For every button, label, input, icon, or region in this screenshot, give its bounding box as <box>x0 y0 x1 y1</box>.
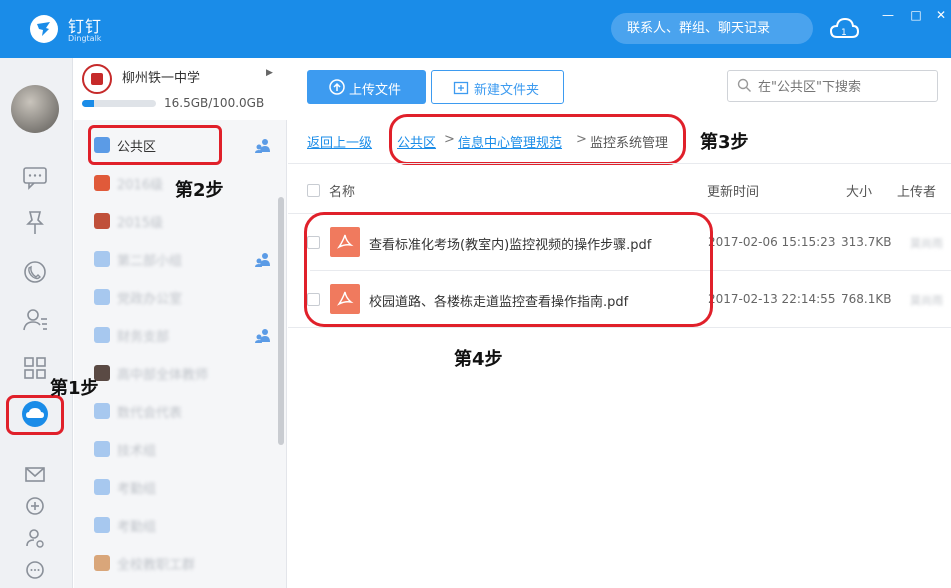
folder-icon <box>94 327 110 343</box>
svg-text:1: 1 <box>841 28 847 38</box>
file-uploader: 莫尚雨 <box>910 294 943 307</box>
folder-highlight <box>88 125 222 165</box>
folder-item[interactable]: 数代会代表 <box>74 392 274 430</box>
folder-icon <box>94 555 110 571</box>
more-icon[interactable] <box>21 556 49 584</box>
minimize-button[interactable]: — <box>881 8 895 22</box>
folder-item[interactable]: 考勤组 <box>74 468 274 506</box>
select-all-checkbox[interactable] <box>307 184 320 197</box>
close-button[interactable]: ✕ <box>934 8 948 22</box>
column-name[interactable]: 名称 <box>329 181 355 200</box>
folder-label: 数代会代表 <box>117 406 183 421</box>
quota-text: 16.5GB/100.0GB <box>164 96 265 110</box>
shared-users-icon <box>255 139 270 153</box>
new-folder-button[interactable]: 新建文件夹 <box>431 70 564 104</box>
folder-icon <box>94 403 110 419</box>
global-search-input[interactable]: 联系人、群组、聊天记录 <box>611 13 813 44</box>
chevron-right-icon[interactable]: ▶ <box>266 68 273 78</box>
folder-item[interactable]: 第二部小组 <box>74 240 274 278</box>
folder-label: 2016级 <box>117 178 164 193</box>
folder-item[interactable]: 考勤组 <box>74 506 274 544</box>
shared-users-icon <box>255 329 270 343</box>
pin-icon[interactable] <box>21 208 49 236</box>
avatar[interactable] <box>11 85 59 133</box>
folder-item[interactable]: 技术组 <box>74 430 274 468</box>
message-icon[interactable] <box>21 163 49 191</box>
folder-item[interactable]: 财务支部 <box>74 316 274 354</box>
folder-label: 党政办公室 <box>117 292 183 307</box>
title-bar: 钉钉 Dingtalk 联系人、群组、聊天记录 1 — □ ✕ <box>0 0 951 58</box>
folder-label: 考勤组 <box>117 482 157 497</box>
org-name: 柳州铁一中学 <box>122 71 201 86</box>
files-highlight <box>304 212 713 327</box>
folder-item[interactable]: 党政办公室 <box>74 278 274 316</box>
folder-icon <box>94 441 110 457</box>
folder-icon <box>94 251 110 267</box>
step4-label: 第4步 <box>454 349 503 370</box>
nav-rail <box>0 58 73 588</box>
divider <box>288 327 951 328</box>
contacts-icon[interactable] <box>21 305 49 333</box>
folder-icon <box>94 213 110 229</box>
folder-search-input[interactable] <box>758 77 928 97</box>
folder-scrollbar[interactable] <box>278 197 284 445</box>
quota-bar <box>82 100 156 107</box>
user-settings-icon[interactable] <box>21 524 49 552</box>
quota-fill <box>82 100 95 107</box>
school-logo-icon <box>82 64 112 94</box>
upload-file-button[interactable]: 上传文件 <box>307 70 426 104</box>
folder-item[interactable]: 高中部全体教师 <box>74 354 274 392</box>
cloud-sync-icon[interactable]: 1 <box>829 15 860 43</box>
folder-item[interactable]: 全校教职工群 <box>74 544 274 582</box>
cloud-drive-icon[interactable] <box>22 401 48 427</box>
divider <box>288 163 951 164</box>
dingtalk-logo-icon <box>30 15 58 43</box>
column-updated[interactable]: 更新时间 <box>707 181 759 200</box>
add-icon[interactable] <box>21 492 49 520</box>
column-uploader[interactable]: 上传者 <box>897 181 936 200</box>
breadcrumb-highlight <box>389 114 686 165</box>
folder-label: 技术组 <box>117 444 157 459</box>
cloud-drive-nav-highlight[interactable] <box>6 395 64 435</box>
app-subtitle: Dingtalk <box>68 34 102 43</box>
folder-icon <box>94 175 110 191</box>
folder-label: 第二部小组 <box>117 254 183 269</box>
apps-grid-icon[interactable] <box>21 354 49 382</box>
upload-file-label: 上传文件 <box>349 83 402 98</box>
shared-users-icon <box>255 253 270 267</box>
folder-icon <box>94 517 110 533</box>
folder-label: 考勤组 <box>117 520 157 535</box>
folder-icon <box>94 479 110 495</box>
folder-item[interactable]: 2015级 <box>74 202 274 240</box>
file-size: 768.1KB <box>841 292 892 306</box>
folder-label: 全校教职工群 <box>117 558 196 573</box>
folder-search[interactable] <box>727 70 938 102</box>
step2-label: 第2步 <box>175 180 224 201</box>
column-size[interactable]: 大小 <box>846 181 872 200</box>
file-updated: 2017-02-06 15:15:23 <box>708 235 836 249</box>
folder-icon <box>94 289 110 305</box>
step1-label: 第1步 <box>50 378 99 399</box>
search-icon <box>737 78 751 92</box>
file-updated: 2017-02-13 22:14:55 <box>708 292 836 306</box>
maximize-button[interactable]: □ <box>909 8 923 22</box>
step3-label: 第3步 <box>700 132 749 153</box>
file-size: 313.7KB <box>841 235 892 249</box>
new-folder-label: 新建文件夹 <box>474 83 540 98</box>
folder-item[interactable]: 2016级 <box>74 164 274 202</box>
folder-label: 2015级 <box>117 216 164 231</box>
back-link[interactable]: 返回上一级 <box>307 132 372 151</box>
file-uploader: 莫尚雨 <box>910 237 943 250</box>
org-header[interactable]: 柳州铁一中学 ▶ 16.5GB/100.0GB <box>74 58 287 120</box>
phone-icon[interactable] <box>21 258 49 286</box>
mail-icon[interactable] <box>21 460 49 488</box>
folder-label: 财务支部 <box>117 330 170 345</box>
upload-icon <box>329 79 345 95</box>
folder-label: 高中部全体教师 <box>117 368 209 383</box>
new-folder-icon <box>453 81 469 95</box>
